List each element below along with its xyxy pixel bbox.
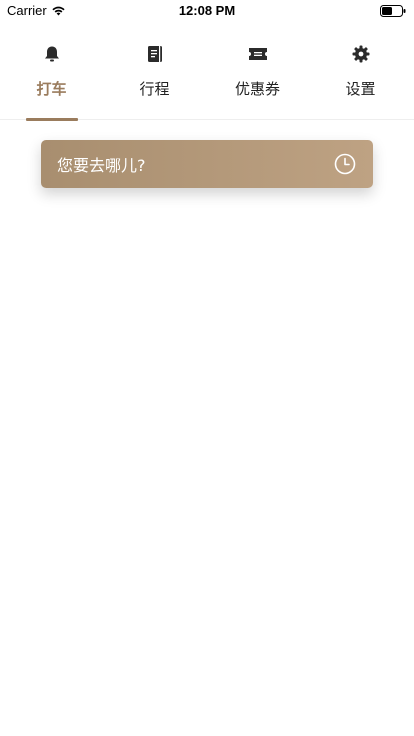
tab-label-coupons: 优惠券	[234, 80, 280, 98]
tab-settings[interactable]: 设置	[309, 22, 412, 120]
notebook-icon	[145, 44, 165, 64]
clock-time: 12:08 PM	[178, 3, 236, 18]
active-tab-indicator	[26, 118, 78, 121]
gear-icon	[351, 44, 371, 64]
tab-ride[interactable]: 打车	[0, 22, 103, 120]
tab-trips[interactable]: 行程	[103, 22, 206, 120]
tab-label-trips: 行程	[139, 80, 170, 98]
bell-icon	[42, 44, 62, 64]
tab-coupons[interactable]: 优惠券	[206, 22, 309, 120]
battery-icon	[380, 5, 406, 17]
destination-search-bar[interactable]: 您要去哪儿?	[41, 140, 373, 188]
status-bar: Carrier 12:08 PM	[0, 0, 414, 22]
destination-placeholder: 您要去哪儿?	[57, 156, 146, 175]
top-tab-bar: 打车 行程 优惠券 设置	[0, 22, 414, 121]
clock-icon[interactable]	[334, 153, 356, 175]
tab-label-settings: 设置	[345, 80, 376, 98]
ticket-icon	[248, 44, 268, 64]
tab-label-ride: 打车	[36, 80, 67, 98]
